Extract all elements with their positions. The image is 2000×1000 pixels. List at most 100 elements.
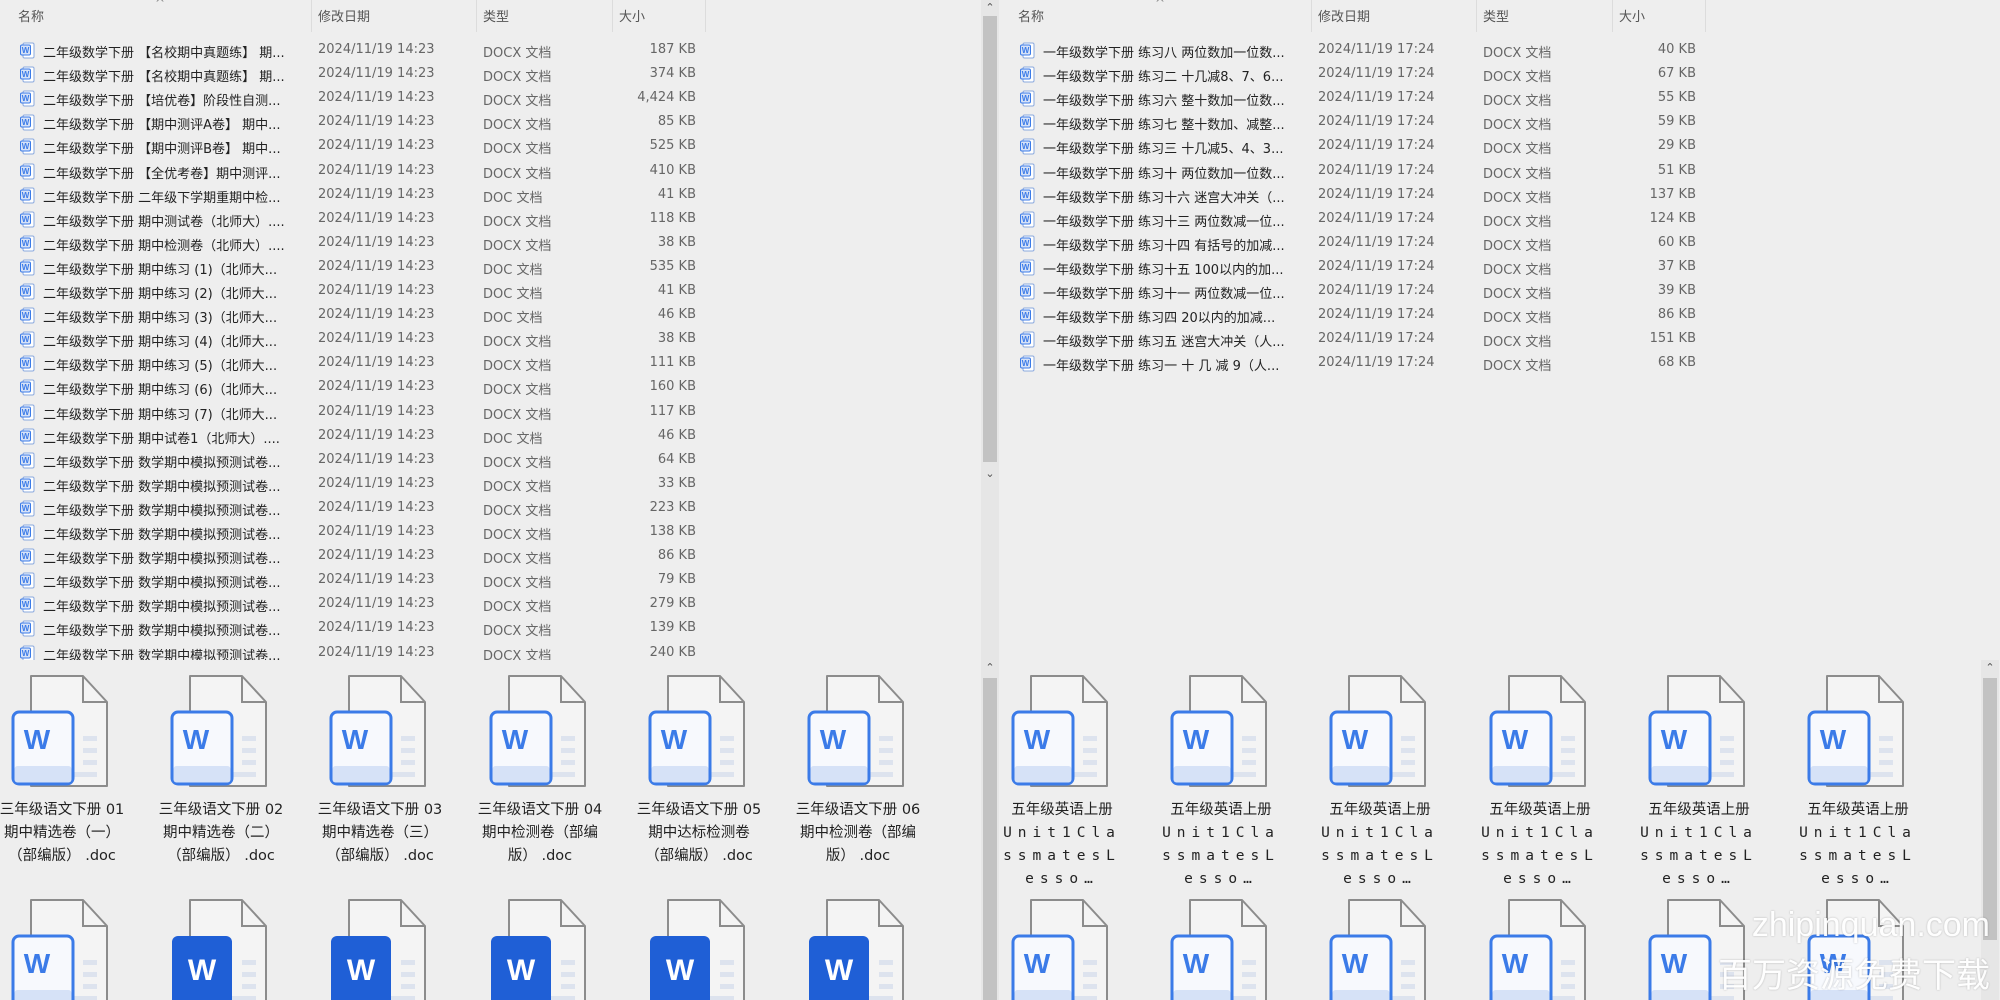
file-name: 一年级数学下册 练习一 十 几 减 9（人... [1043,359,1280,375]
scroll-up-arrow-icon[interactable]: ⌃ [981,660,999,676]
file-row[interactable]: W 二年级数学下册 期中练习 (4)（北师大... 2024/11/19 14:… [0,327,720,351]
file-row[interactable]: W 一年级数学下册 练习二 十几减8、7、6... 2024/11/19 17:… [1000,62,1720,86]
file-date: 2024/11/19 14:23 [318,475,435,491]
file-size: 41 KB [657,186,696,202]
file-row[interactable]: W 一年级数学下册 练习八 两位数加一位数... 2024/11/19 17:2… [1000,38,1720,62]
file-row[interactable]: W 二年级数学下册 期中练习 (2)（北师大... 2024/11/19 14:… [0,279,720,303]
scroll-up-arrow-icon[interactable]: ⌃ [981,0,999,16]
file-row[interactable]: W 二年级数学下册 期中练习 (6)（北师大... 2024/11/19 14:… [0,375,720,399]
scroll-up-arrow-icon[interactable]: ⌃ [1981,660,1999,676]
file-tile[interactable]: W 三年级语文下册 04 期中检测卷（部编版） .doc [465,674,615,868]
column-divider[interactable] [1311,0,1312,32]
file-row[interactable]: W 二年级数学下册 数学期中模拟预测试卷... 2024/11/19 14:23… [0,616,720,640]
file-row[interactable]: W 一年级数学下册 练习七 整十数加、减整... 2024/11/19 17:2… [1000,110,1720,134]
column-divider[interactable] [705,0,706,32]
file-row[interactable]: W 一年级数学下册 练习三 十几减5、4、3... 2024/11/19 17:… [1000,134,1720,158]
column-divider[interactable] [1476,0,1477,32]
file-row[interactable]: W 二年级数学下册 数学期中模拟预测试卷... 2024/11/19 14:23… [0,592,720,616]
file-tile[interactable]: W [305,898,455,1000]
file-tile[interactable]: W 五年级英语上册 Unit1ClassmatesLesso… [1624,674,1774,891]
file-type: DOCX 文档 [483,455,552,471]
file-row[interactable]: W 二年级数学下册 【培优卷】阶段性自测... 2024/11/19 14:23… [0,86,720,110]
file-row[interactable]: W 一年级数学下册 练习十五 100以内的加... 2024/11/19 17:… [1000,255,1720,279]
file-tile[interactable]: W 三年级语文下册 05 期中达标检测卷（部编版） .doc [624,674,774,868]
file-row[interactable]: W 一年级数学下册 练习四 20以内的加减... 2024/11/19 17:2… [1000,303,1720,327]
file-type: DOCX 文档 [1483,214,1552,230]
file-tile[interactable]: W [1146,898,1296,1000]
file-tile[interactable]: W [1465,898,1615,1000]
column-header-type[interactable]: 类型 [483,6,509,25]
file-row[interactable]: W 二年级数学下册 【名校期中真题练】 期... 2024/11/19 14:2… [0,62,720,86]
file-row[interactable]: W 一年级数学下册 练习十一 两位数减一位... 2024/11/19 17:2… [1000,279,1720,303]
file-size: 68 KB [1657,355,1696,371]
file-row[interactable]: W 一年级数学下册 练习十 两位数加一位数... 2024/11/19 17:2… [1000,159,1720,183]
file-tile[interactable]: W [624,898,774,1000]
file-row[interactable]: W 一年级数学下册 练习十六 迷宫大冲关（... 2024/11/19 17:2… [1000,183,1720,207]
file-row[interactable]: W 二年级数学下册 【期中测评B卷】 期中... 2024/11/19 14:2… [0,134,720,158]
file-tile[interactable]: W 三年级语文下册 03 期中精选卷（三）（部编版） .doc [305,674,455,868]
file-row[interactable]: W 二年级数学下册 二年级下学期重期中检... 2024/11/19 14:23… [0,183,720,207]
word-document-icon: W [1465,898,1615,1000]
file-name: 二年级数学下册 二年级下学期重期中检... [43,190,281,206]
file-row[interactable]: W 二年级数学下册 【期中测评A卷】 期中... 2024/11/19 14:2… [0,110,720,134]
column-header-date[interactable]: 修改日期 [1318,6,1370,25]
file-tile[interactable]: W [0,898,137,1000]
scrollbar-thumb[interactable] [983,16,997,462]
vertical-scrollbar[interactable]: ⌃ ⌄ [981,0,999,660]
file-row[interactable]: W 二年级数学下册 数学期中模拟预测试卷... 2024/11/19 14:23… [0,472,720,496]
file-tile[interactable]: W 五年级英语上册 Unit1ClassmatesLesso… [1305,674,1455,891]
file-row[interactable]: W 二年级数学下册 数学期中模拟预测试卷... 2024/11/19 14:23… [0,568,720,592]
scrollbar-thumb[interactable] [983,678,997,1000]
file-tile[interactable]: W 五年级英语上册 Unit1ClassmatesLesso… [1783,674,1933,891]
file-tile[interactable]: W [465,898,615,1000]
file-row[interactable]: W 二年级数学下册 期中测试卷（北师大）.... 2024/11/19 14:2… [0,207,720,231]
file-row[interactable]: W 二年级数学下册 数学期中模拟预测试卷... 2024/11/19 14:23… [0,496,720,520]
file-name: 二年级数学下册 数学期中模拟预测试卷... [43,576,281,592]
scrollbar-thumb[interactable] [1983,678,1997,940]
file-row[interactable]: W 一年级数学下册 练习十三 两位数减一位... 2024/11/19 17:2… [1000,207,1720,231]
file-row[interactable]: W 二年级数学下册 数学期中模拟预测试卷... 2024/11/19 14:23… [0,448,720,472]
column-header-size[interactable]: 大小 [1619,6,1645,25]
file-tile[interactable]: W 三年级语文下册 02 期中精选卷（二）（部编版） .doc [146,674,296,868]
column-header-size[interactable]: 大小 [619,6,645,25]
file-row[interactable]: W 二年级数学下册 【名校期中真题练】 期... 2024/11/19 14:2… [0,38,720,62]
file-row[interactable]: W 二年级数学下册 期中练习 (7)（北师大... 2024/11/19 14:… [0,400,720,424]
file-row[interactable]: W 二年级数学下册 期中试卷1（北师大）.... 2024/11/19 14:2… [0,424,720,448]
file-tile[interactable]: W [783,898,933,1000]
file-tile[interactable]: W 三年级语文下册 01 期中精选卷（一）（部编版） .doc [0,674,137,868]
file-row[interactable]: W 二年级数学下册 期中检测卷（北师大）.... 2024/11/19 14:2… [0,231,720,255]
file-date: 2024/11/19 14:23 [318,234,435,250]
scroll-down-arrow-icon[interactable]: ⌄ [981,466,999,482]
file-row[interactable]: W 一年级数学下册 练习十四 有括号的加减... 2024/11/19 17:2… [1000,231,1720,255]
column-header-type[interactable]: 类型 [1483,6,1509,25]
file-tile[interactable]: W [146,898,296,1000]
column-divider[interactable] [1612,0,1613,32]
vertical-scrollbar[interactable]: ⌃ [981,660,999,1000]
file-tile[interactable]: W 五年级英语上册 Unit1ClassmatesLesso… [1465,674,1615,891]
file-row[interactable]: W 一年级数学下册 练习五 迷宫大冲关（人... 2024/11/19 17:2… [1000,327,1720,351]
file-tile[interactable]: W [1000,898,1137,1000]
file-row[interactable]: W 二年级数学下册 期中练习 (1)（北师大... 2024/11/19 14:… [0,255,720,279]
column-divider[interactable] [1705,0,1706,32]
file-row[interactable]: W 二年级数学下册 【全优考卷】期中测评... 2024/11/19 14:23… [0,159,720,183]
file-row[interactable]: W 一年级数学下册 练习一 十 几 减 9（人... 2024/11/19 17… [1000,351,1720,375]
file-row[interactable]: W 二年级数学下册 数学期中模拟预测试卷... 2024/11/19 14:23… [0,641,720,660]
file-tile[interactable]: W 三年级语文下册 06 期中检测卷（部编版） .doc [783,674,933,868]
file-tile[interactable]: W 五年级英语上册 Unit1ClassmatesLesso… [1146,674,1296,891]
file-tile[interactable]: W [1305,898,1455,1000]
column-header-date[interactable]: 修改日期 [318,6,370,25]
column-divider[interactable] [612,0,613,32]
column-header-name[interactable]: 名称 [1018,6,1044,25]
file-row[interactable]: W 一年级数学下册 练习六 整十数加一位数... 2024/11/19 17:2… [1000,86,1720,110]
file-tile[interactable]: W 五年级英语上册 Unit1ClassmatesLesso… [1000,674,1137,891]
file-type: DOC 文档 [483,190,543,206]
file-row[interactable]: W 二年级数学下册 数学期中模拟预测试卷... 2024/11/19 14:23… [0,544,720,568]
file-row[interactable]: W 二年级数学下册 数学期中模拟预测试卷... 2024/11/19 14:23… [0,520,720,544]
file-row[interactable]: W 二年级数学下册 期中练习 (5)（北师大... 2024/11/19 14:… [0,351,720,375]
word-document-icon: W [20,187,35,204]
svg-text:W: W [24,948,51,979]
file-row[interactable]: W 二年级数学下册 期中练习 (3)（北师大... 2024/11/19 14:… [0,303,720,327]
column-divider[interactable] [476,0,477,32]
column-header-name[interactable]: 名称 [18,6,44,25]
column-divider[interactable] [311,0,312,32]
